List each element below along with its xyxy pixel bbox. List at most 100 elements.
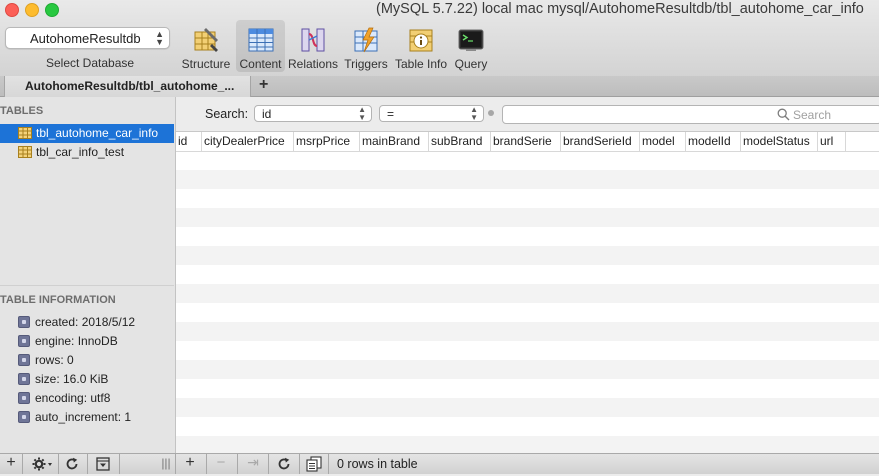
column-header-model-id[interactable]: modelId: [686, 132, 741, 151]
empty-row-stripe: [176, 398, 879, 417]
info-auto-increment: auto_increment: 1: [18, 409, 174, 428]
relations-label: Relations: [287, 57, 339, 71]
table-actions-menu-button[interactable]: [30, 454, 54, 474]
info-encoding: encoding: utf8: [18, 390, 174, 409]
sidebar-table-autohome-car-info[interactable]: tbl_autohome_car_info: [0, 124, 174, 143]
info-text: engine: InnoDB: [35, 334, 118, 348]
triggers-tab-button[interactable]: Triggers: [341, 20, 391, 72]
column-header-model[interactable]: model: [640, 132, 686, 151]
row-count-status: 0 rows in table: [337, 457, 418, 471]
column-header-label: subBrand: [431, 134, 483, 148]
column-header-msrp-price[interactable]: msrpPrice: [294, 132, 360, 151]
search-input[interactable]: Search: [502, 105, 879, 124]
column-header-label: cityDealerPrice: [204, 134, 285, 148]
remove-row-button[interactable]: −: [213, 454, 229, 474]
zoom-window-button[interactable]: [45, 3, 59, 17]
empty-row-stripe: [176, 322, 879, 341]
triggers-icon: [354, 27, 378, 53]
empty-row-stripe: [176, 360, 879, 379]
sidebar-table-car-info-test[interactable]: tbl_car_info_test: [0, 143, 174, 162]
search-label: Search:: [205, 107, 249, 121]
database-select-value: AutohomeResultdb: [30, 31, 141, 46]
table-icon: [18, 146, 32, 158]
structure-icon: [194, 28, 218, 52]
chevron-up-down-icon: ▲ ▼: [470, 105, 478, 122]
content-icon: [248, 28, 273, 52]
tab-label: AutohomeResultdb/tbl_autohome_...: [25, 79, 235, 93]
column-header-id[interactable]: id: [176, 132, 202, 151]
tables-heading: TABLES: [0, 105, 44, 117]
chevron-up-down-icon: ▲ ▼: [358, 105, 366, 122]
column-header-label: modelId: [688, 134, 731, 148]
window-toolbar: (MySQL 5.7.22) local mac mysql/AutohomeR…: [0, 0, 879, 77]
table-info-tab-button[interactable]: Table Info: [394, 20, 448, 72]
filter-operator-select[interactable]: = ▲ ▼: [379, 105, 484, 122]
info-text: size: 16.0 KiB: [35, 372, 109, 386]
info-bullet-icon: [18, 335, 30, 347]
splitter-handle-icon[interactable]: |||: [160, 456, 172, 476]
content-tab-button[interactable]: Content: [236, 20, 285, 72]
column-header-label: id: [178, 134, 188, 148]
divider: [87, 454, 88, 474]
column-header-url[interactable]: url: [818, 132, 846, 151]
info-bullet-icon: [18, 373, 30, 385]
info-created: created: 2018/5/12: [18, 314, 174, 333]
divider: [328, 454, 329, 474]
tab-autohome-car-info[interactable]: AutohomeResultdb/tbl_autohome_...: [4, 76, 251, 97]
info-bullet-icon: [18, 316, 30, 328]
content-grid[interactable]: id cityDealerPrice msrpPrice mainBrand s…: [176, 132, 879, 453]
filter-status-dot: [488, 110, 494, 116]
column-header-label: brandSerie: [493, 134, 552, 148]
content-label: Content: [239, 57, 282, 71]
filter-bar: Search: id ▲ ▼ = ▲ ▼ Search: [176, 97, 879, 132]
column-header-label: brandSerieId: [563, 134, 632, 148]
duplicate-row-button[interactable]: ⇥: [244, 454, 262, 474]
empty-row-stripe: [176, 246, 879, 265]
divider: [119, 454, 120, 474]
column-header-sub-brand[interactable]: subBrand: [429, 132, 491, 151]
info-bullet-icon: [18, 354, 30, 366]
info-text: auto_increment: 1: [35, 410, 132, 424]
sidebar: TABLES tbl_autohome_car_info tbl_car_inf…: [0, 97, 176, 453]
info-size: size: 16.0 KiB: [18, 371, 174, 390]
info-text: rows: 0: [35, 353, 74, 367]
empty-row-stripe: [176, 436, 879, 453]
add-table-button[interactable]: +: [3, 454, 19, 474]
column-header-city-dealer-price[interactable]: cityDealerPrice: [202, 132, 294, 151]
pagination-button[interactable]: [305, 454, 323, 474]
info-bullet-icon: [18, 411, 30, 423]
refresh-content-button[interactable]: [275, 454, 293, 474]
empty-row-stripe: [176, 284, 879, 303]
pages-icon: [306, 456, 322, 472]
add-tab-button[interactable]: +: [259, 76, 268, 94]
table-icon: [18, 127, 32, 139]
database-select[interactable]: AutohomeResultdb ▲ ▼: [5, 27, 170, 49]
refresh-icon: [66, 457, 78, 470]
column-header-main-brand[interactable]: mainBrand: [360, 132, 429, 151]
gear-icon: [32, 457, 52, 471]
divider: [22, 454, 23, 474]
column-header-model-status[interactable]: modelStatus: [741, 132, 818, 151]
structure-label: Structure: [181, 57, 231, 71]
bottom-bar: + ||| + − ⇥ 0 rows in table: [0, 453, 879, 474]
divider: [175, 454, 176, 474]
refresh-tables-button[interactable]: [63, 454, 81, 474]
close-window-button[interactable]: [5, 3, 19, 17]
minimize-window-button[interactable]: [25, 3, 39, 17]
column-header-brand-serie[interactable]: brandSerie: [491, 132, 561, 151]
info-engine: engine: InnoDB: [18, 333, 174, 352]
structure-tab-button[interactable]: Structure: [178, 20, 234, 72]
empty-row-stripe: [176, 208, 879, 227]
divider: [58, 454, 59, 474]
divider: [237, 454, 238, 474]
add-row-button[interactable]: +: [182, 454, 198, 474]
query-label: Query: [454, 57, 488, 71]
column-header-brand-serie-id[interactable]: brandSerieId: [561, 132, 640, 151]
relations-tab-button[interactable]: Relations: [287, 20, 339, 72]
filter-tables-button[interactable]: [94, 454, 112, 474]
empty-row-stripe: [176, 170, 879, 189]
table-info-icon: [409, 29, 433, 52]
query-tab-button[interactable]: Query: [451, 20, 491, 72]
filter-field-select[interactable]: id ▲ ▼: [254, 105, 372, 122]
column-header-row: id cityDealerPrice msrpPrice mainBrand s…: [176, 132, 879, 152]
